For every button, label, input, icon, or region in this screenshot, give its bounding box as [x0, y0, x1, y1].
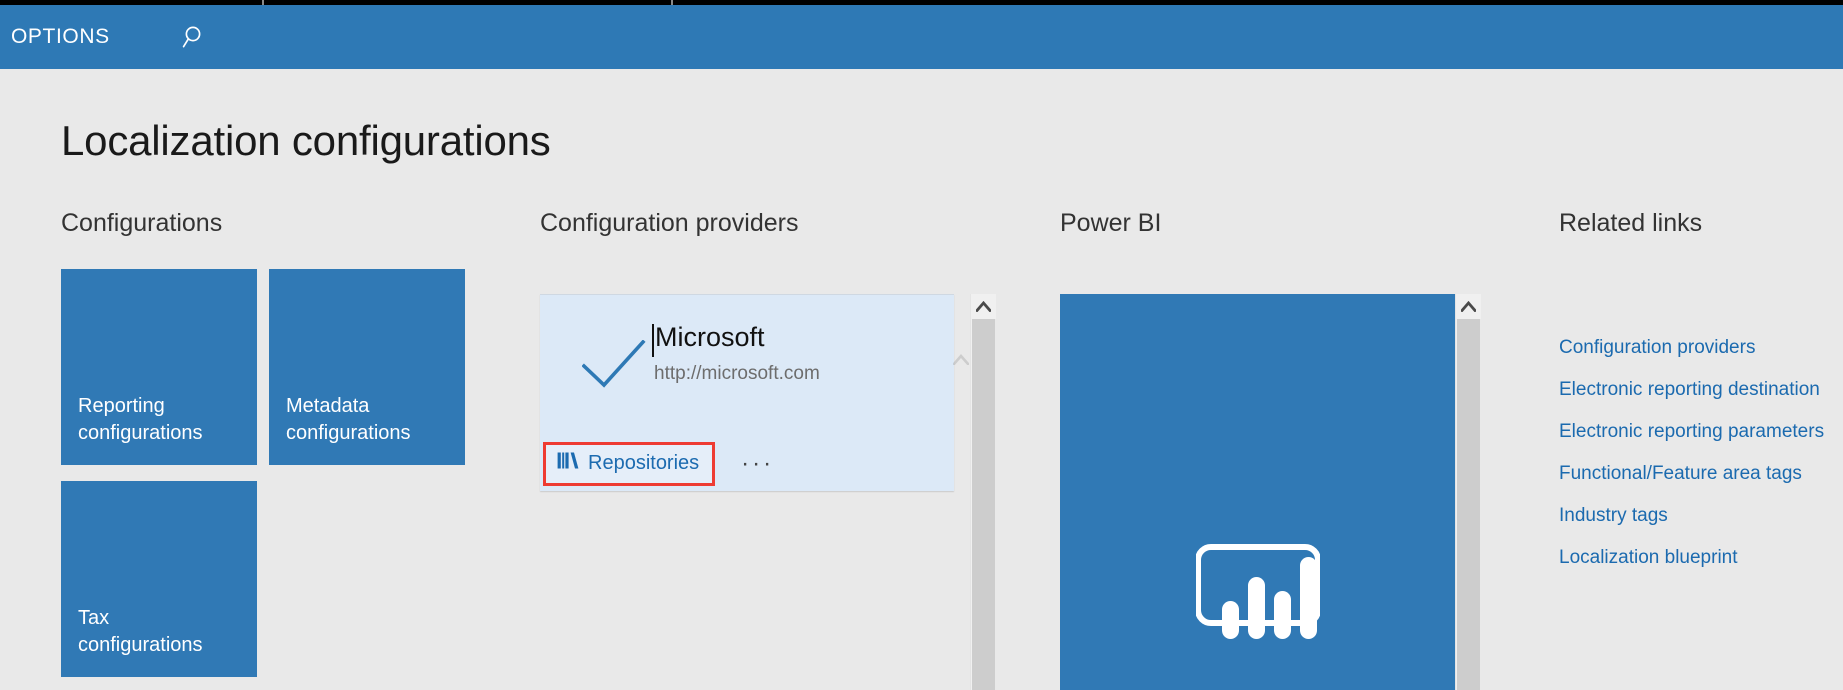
- chevron-up-icon[interactable]: [1456, 294, 1481, 319]
- page-title: Localization configurations: [61, 117, 551, 164]
- repositories-label: Repositories: [588, 452, 700, 474]
- section-header-related-links: Related links: [1559, 209, 1703, 237]
- related-links-list: Configuration providers Electronic repor…: [1559, 337, 1843, 589]
- options-label[interactable]: OPTIONS: [11, 25, 110, 49]
- books-icon: [557, 451, 579, 476]
- related-link-electronic-reporting-parameters[interactable]: Electronic reporting parameters: [1559, 421, 1843, 443]
- tile-tax-configurations[interactable]: Tax configurations: [61, 481, 257, 677]
- section-header-configurations: Configurations: [61, 209, 223, 237]
- related-link-functional-feature-area-tags[interactable]: Functional/Feature area tags: [1559, 463, 1843, 485]
- configuration-providers-list: Microsoft http://microsoft.com Repositor…: [540, 269, 995, 690]
- related-link-industry-tags[interactable]: Industry tags: [1559, 505, 1843, 527]
- search-icon[interactable]: [177, 20, 211, 54]
- text-cursor-caret: [652, 324, 654, 357]
- provider-url: http://microsoft.com: [654, 363, 820, 384]
- tile-reporting-configurations[interactable]: Reporting configurations: [61, 269, 257, 465]
- page-body: Localization configurations Configuratio…: [0, 69, 1843, 690]
- related-link-configuration-providers[interactable]: Configuration providers: [1559, 337, 1843, 359]
- power-bi-panel[interactable]: [1060, 294, 1455, 690]
- provider-name: Microsoft: [655, 322, 765, 352]
- tile-metadata-configurations[interactable]: Metadata configurations: [269, 269, 465, 465]
- repositories-button[interactable]: Repositories: [542, 442, 716, 486]
- tile-label: Tax configurations: [78, 607, 203, 656]
- app-header-bar: OPTIONS: [0, 5, 1843, 69]
- provider-card-actions: Repositories ···: [542, 442, 780, 486]
- section-header-configuration-providers: Configuration providers: [540, 209, 799, 237]
- scrollbar-thumb[interactable]: [1457, 319, 1480, 690]
- provider-card-microsoft[interactable]: Microsoft http://microsoft.com Repositor…: [540, 294, 954, 491]
- chevron-up-icon[interactable]: [971, 294, 996, 319]
- provider-name-row: Microsoft: [652, 321, 765, 357]
- scrollbar-power-bi[interactable]: [1455, 294, 1481, 690]
- tile-label: Metadata configurations: [286, 395, 411, 444]
- tile-label: Reporting configurations: [78, 395, 203, 444]
- scrollbar-thumb[interactable]: [972, 319, 995, 690]
- section-header-power-bi: Power BI: [1060, 209, 1162, 237]
- related-link-localization-blueprint[interactable]: Localization blueprint: [1559, 547, 1843, 569]
- chevron-up-icon-ghost: [952, 352, 970, 370]
- related-link-electronic-reporting-destination[interactable]: Electronic reporting destination: [1559, 379, 1843, 401]
- more-options-button[interactable]: ···: [735, 452, 780, 476]
- scrollbar-configuration-providers[interactable]: [970, 294, 996, 690]
- app-screen: OPTIONS Localization configurations Conf…: [0, 0, 1843, 690]
- power-bi-logo-icon: [1194, 539, 1321, 648]
- checkmark-icon: [581, 339, 646, 395]
